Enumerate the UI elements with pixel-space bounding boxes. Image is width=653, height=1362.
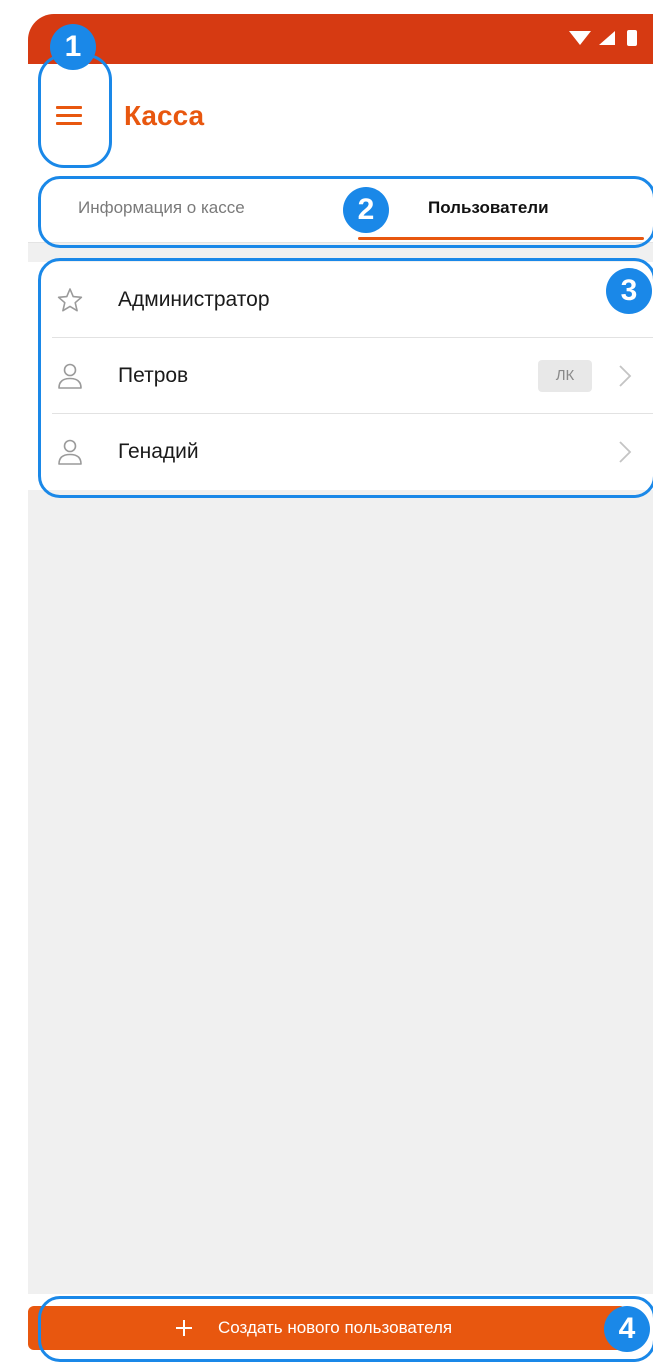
star-icon (57, 288, 83, 312)
list-item-genadiy[interactable]: Генадий (28, 414, 653, 490)
tab-label: Пользователи (428, 198, 549, 217)
person-icon (58, 363, 82, 389)
active-tab-indicator (358, 237, 644, 240)
annotation-badge-2: 2 (343, 187, 389, 233)
phone-screen: Касса Информация о кассе Пользователи Ад… (28, 14, 653, 1358)
plus-icon (176, 1320, 192, 1336)
chevron-right-icon (619, 441, 632, 463)
user-name: Петров (118, 364, 189, 387)
status-icons (567, 28, 645, 48)
user-list: Администратор Петров ЛК Генадий (28, 262, 653, 490)
list-item-administrator[interactable]: Администратор (28, 262, 653, 338)
create-user-label: Создать нового пользователя (218, 1318, 453, 1337)
battery-icon (627, 30, 637, 46)
app-bar: Касса (28, 64, 653, 174)
wifi-icon (569, 31, 591, 45)
tab-cash-register-info[interactable]: Информация о кассе (48, 174, 348, 242)
tab-bar: Информация о кассе Пользователи (28, 174, 653, 243)
annotation-badge-3: 3 (606, 268, 652, 314)
annotation-badge-4: 4 (604, 1306, 650, 1352)
menu-icon[interactable] (56, 106, 82, 126)
signal-icon (599, 31, 615, 45)
user-name: Генадий (118, 440, 199, 463)
status-bar (28, 14, 653, 64)
person-icon (58, 439, 82, 465)
personal-account-badge: ЛК (538, 360, 592, 392)
list-item-petrov[interactable]: Петров ЛК (28, 338, 653, 414)
user-name: Администратор (118, 288, 270, 311)
tab-users[interactable]: Пользователи (348, 174, 648, 242)
annotation-badge-1: 1 (50, 24, 96, 70)
create-user-button[interactable]: Создать нового пользователя (28, 1306, 626, 1350)
chevron-right-icon (619, 365, 632, 387)
page-title: Касса (124, 100, 205, 131)
tab-label: Информация о кассе (78, 198, 245, 217)
